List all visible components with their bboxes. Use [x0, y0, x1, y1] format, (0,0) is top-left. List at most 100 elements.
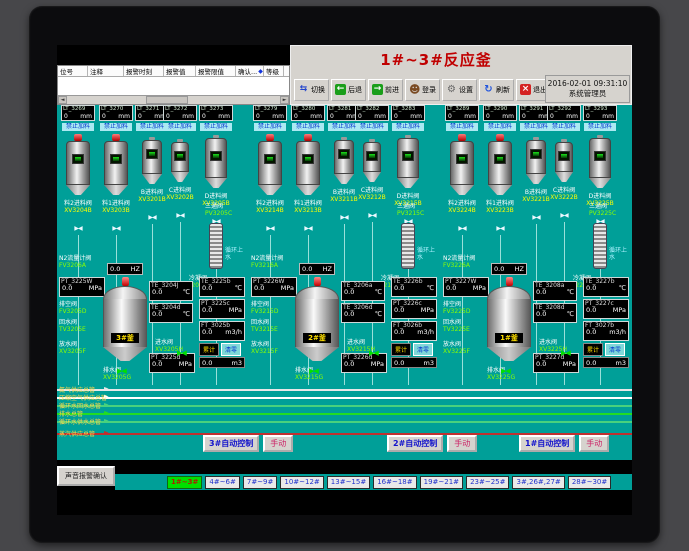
valve-tag: XV3202B — [166, 194, 194, 201]
page-button[interactable]: 23#~25# — [466, 476, 509, 489]
feed-status-label[interactable]: 禁止加料 — [356, 123, 388, 131]
toolbar-button-forward[interactable]: →前进 — [368, 79, 403, 101]
train-control-group: 2#自动控制手动 — [387, 435, 477, 452]
feed-valve-icon[interactable] — [148, 204, 155, 223]
alarm-column-header[interactable]: 等级 — [264, 66, 284, 76]
feed-tank[interactable] — [142, 137, 162, 184]
manual-button[interactable]: 手动 — [579, 435, 609, 452]
feed-tank[interactable] — [66, 134, 90, 195]
bottom-bar: 声音报警确认 1#~3#4#~6#7#~9#10#~12# 13#~15#16#~… — [57, 460, 632, 515]
level-unit: mm — [602, 113, 614, 120]
temperature-box: TE_3208d 0.0℃ — [533, 303, 577, 323]
unit: MPa — [473, 285, 486, 292]
feed-tank[interactable] — [171, 139, 189, 182]
auto-control-button[interactable]: 1#自动控制 — [519, 435, 575, 452]
clear-button[interactable]: 清零 — [605, 343, 625, 356]
toolbar-button-login[interactable]: ☻登录 — [405, 79, 440, 101]
alarm-column-header[interactable]: 报警限值 — [196, 66, 236, 76]
condenser[interactable] — [401, 223, 415, 269]
green-valve-icon[interactable]: ▶◀ — [561, 349, 570, 357]
green-valve-icon[interactable]: ▶◀ — [309, 367, 318, 375]
feed-tank[interactable] — [296, 134, 320, 195]
feed-valve-icon[interactable] — [74, 215, 81, 234]
condenser[interactable] — [209, 223, 223, 269]
unit: MPa — [613, 307, 626, 314]
feed-valve-icon[interactable] — [560, 202, 567, 221]
feed-valve-icon[interactable] — [112, 215, 119, 234]
feed-valve-icon[interactable] — [532, 204, 539, 223]
reactor-vessel[interactable]: 1#釜 — [487, 277, 531, 361]
tank-screen — [594, 151, 606, 161]
feed-tank[interactable] — [450, 134, 474, 195]
feed-status-label[interactable]: 禁止加料 — [254, 123, 286, 131]
page-button[interactable]: 13#~15# — [327, 476, 370, 489]
feed-tank[interactable] — [334, 137, 354, 184]
green-valve-icon[interactable]: ▶◀ — [501, 367, 510, 375]
condenser[interactable] — [593, 223, 607, 269]
feed-valve-icon[interactable] — [176, 202, 183, 221]
feed-tank[interactable] — [526, 137, 546, 184]
feed-valve-icon[interactable] — [496, 215, 503, 234]
page-button[interactable]: 1#~3# — [167, 476, 202, 489]
feed-status-label[interactable]: 禁止加料 — [292, 123, 324, 131]
page-button[interactable]: 7#~9# — [243, 476, 278, 489]
feed-valve-icon[interactable] — [340, 204, 347, 223]
scroll-right-icon[interactable]: ► — [280, 96, 289, 104]
feed-valve-icon[interactable] — [458, 215, 465, 234]
feed-tank[interactable] — [488, 134, 512, 195]
toolbar-button-settings[interactable]: ⚙设置 — [442, 79, 477, 101]
auto-control-button[interactable]: 3#自动控制 — [203, 435, 259, 452]
page-button[interactable]: 4#~6# — [205, 476, 240, 489]
feed-tank[interactable] — [363, 139, 381, 182]
feed-status-label[interactable]: 禁止加料 — [392, 123, 424, 131]
manual-button[interactable]: 手动 — [447, 435, 477, 452]
reactor-vessel[interactable]: 3#釜 — [103, 277, 147, 361]
alarm-column-header[interactable]: 注释 — [88, 66, 124, 76]
page-button[interactable]: 3#,26#,27# — [512, 476, 564, 489]
green-valve-icon[interactable]: ▶◀ — [369, 349, 378, 357]
page-button[interactable]: 19#~21# — [420, 476, 463, 489]
alarm-column-header[interactable]: 确认...◆ — [236, 66, 264, 76]
page-button[interactable]: 16#~18# — [373, 476, 416, 489]
scroll-left-icon[interactable]: ◄ — [58, 96, 67, 104]
feed-tank[interactable] — [397, 135, 419, 188]
alarm-column-header[interactable]: 报警时刻 — [124, 66, 164, 76]
feed-status-label[interactable]: 禁止加料 — [484, 123, 516, 131]
feed-tank[interactable] — [589, 135, 611, 188]
feed-tank[interactable] — [104, 134, 128, 195]
page-button[interactable]: 10#~12# — [280, 476, 323, 489]
feed-tank[interactable] — [205, 135, 227, 188]
tee-valve-label: 三通阀 PV3215C — [397, 203, 424, 217]
feed-valve-icon[interactable] — [368, 202, 375, 221]
alarm-table-scrollbar[interactable]: ◄ ► — [58, 95, 289, 104]
flow-box: FT_3027b 0.0m3/h — [583, 321, 629, 341]
feed-status-label[interactable]: 禁止加料 — [62, 123, 94, 131]
toolbar-button-refresh[interactable]: ↻刷新 — [479, 79, 514, 101]
feed-status-label[interactable]: 禁止加料 — [200, 123, 232, 131]
valve-name: 进水阀 — [539, 339, 567, 346]
level-value: 0 — [294, 113, 298, 120]
reactor-vessel[interactable]: 2#釜 — [295, 277, 339, 361]
sound-alarm-ack-button[interactable]: 声音报警确认 — [57, 466, 115, 486]
feed-status-label[interactable]: 禁止加料 — [548, 123, 580, 131]
manual-button[interactable]: 手动 — [263, 435, 293, 452]
feed-valve-icon[interactable] — [266, 215, 273, 234]
alarm-column-header[interactable]: 位号 — [58, 66, 88, 76]
feed-tank[interactable] — [258, 134, 282, 195]
feed-status-label[interactable]: 禁止加料 — [584, 123, 616, 131]
clear-button[interactable]: 清零 — [221, 343, 241, 356]
green-valve-icon[interactable]: ▶◀ — [117, 367, 126, 375]
alarm-column-header[interactable]: 报警值 — [164, 66, 196, 76]
toolbar-button-switch[interactable]: ⇆切换 — [294, 79, 329, 101]
green-valve-icon[interactable]: ▶◀ — [177, 349, 186, 357]
feed-valve-icon[interactable] — [304, 215, 311, 234]
feed-status-label[interactable]: 禁止加料 — [100, 123, 132, 131]
auto-control-button[interactable]: 2#自动控制 — [387, 435, 443, 452]
feed-status-label[interactable]: 禁止加料 — [164, 123, 196, 131]
scrollbar-thumb[interactable] — [146, 96, 188, 104]
page-button[interactable]: 28#~30# — [568, 476, 611, 489]
feed-status-label[interactable]: 禁止加料 — [446, 123, 478, 131]
clear-button[interactable]: 清零 — [413, 343, 433, 356]
feed-tank[interactable] — [555, 139, 573, 182]
toolbar-button-back[interactable]: ←后退 — [331, 79, 366, 101]
